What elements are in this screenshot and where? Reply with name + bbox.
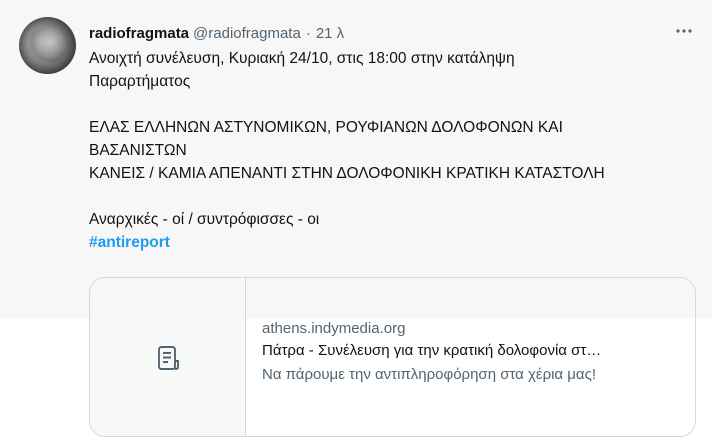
card-description: Να πάρουμε την αντιπληροφόρηση στα χέρια… [262,366,596,383]
card-domain: athens.indymedia.org [262,320,406,337]
tweet-text-line: ΒΑΣΑΝΙΣΤΩΝ [89,142,187,159]
tweet-text-line: Αναρχικές - οί / συντρόφισσες - οι [89,211,320,228]
user-handle[interactable]: @radiofragmata [193,25,301,42]
more-dots-graphic [676,29,692,33]
avatar[interactable] [19,17,76,74]
tweet-text-line: ΚΑΝΕΙΣ / ΚΑΜΙΑ ΑΠΕΝΑΝΤΙ ΣΤΗΝ ΔΟΛΟΦΟΝΙΚΗ … [89,165,605,182]
hashtag-line: #antireport [89,231,699,254]
tweet-text-line: ΕΛΑΣ ΕΛΛΗΝΩΝ ΑΣΤΥΝΟΜΙΚΩΝ, ΡΟΥΦΙΑΝΩΝ ΔΟΛΟ… [89,119,563,136]
tweet-text-line: Ανοιχτή συνέλευση, Κυριακή 24/10, στις 1… [89,50,515,67]
document-icon [158,346,179,370]
hashtag-link[interactable]: #antireport [89,231,170,254]
tweet-text: Ανοιχτή συνέλευση, Κυριακή 24/10, στις 1… [89,47,699,254]
tweet-time[interactable]: 21 λ [316,25,344,42]
display-name[interactable]: radiofragmata [89,25,189,42]
tweet-header: radiofragmata @radiofragmata · 21 λ [89,23,344,43]
tweet-text-line: Παραρτήματος [89,73,191,90]
more-horizontal-icon[interactable] [675,22,693,43]
card-text: athens.indymedia.org Πάτρα - Συνέλευση γ… [262,319,682,385]
card-thumbnail [90,278,246,436]
header-separator: · [305,24,311,42]
card-title[interactable]: Πάτρα - Συνέλευση για την κρατική δολοφο… [262,341,682,365]
link-card[interactable]: athens.indymedia.org Πάτρα - Συνέλευση γ… [89,277,696,437]
